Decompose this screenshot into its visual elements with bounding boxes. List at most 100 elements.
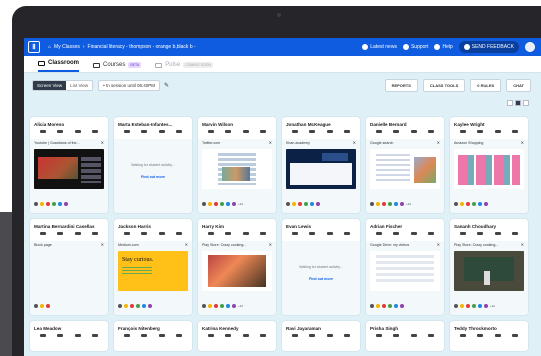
breadcrumb-my-classes[interactable]: My Classes [54, 44, 80, 50]
medium-grid-icon[interactable] [515, 100, 521, 106]
screen-thumbnail[interactable] [34, 149, 104, 189]
screen-thumbnail[interactable] [454, 251, 524, 291]
more-icon[interactable] [260, 130, 267, 133]
message-icon[interactable] [57, 334, 64, 337]
favicon-icon[interactable] [484, 202, 488, 206]
find-out-more-link[interactable]: Find out more [114, 175, 192, 179]
more-icon[interactable] [92, 334, 99, 337]
student-card[interactable]: Harry Kim Play Store: Crazy cooking... ✕ +1… [198, 219, 276, 315]
favicon-icon[interactable] [214, 202, 218, 206]
favicon-icon[interactable] [382, 304, 386, 308]
favicon-icon[interactable] [298, 202, 302, 206]
pencil-icon[interactable]: ✎ [164, 82, 169, 89]
send-feedback-button[interactable]: SEND FEEDBACK [458, 41, 519, 53]
message-icon[interactable] [393, 130, 400, 133]
screen-thumbnail[interactable] [202, 251, 272, 291]
open-tab-icon[interactable] [158, 232, 165, 235]
favicon-icon[interactable] [208, 304, 212, 308]
student-card[interactable]: Prisha Singh [366, 321, 444, 351]
favicon-icon[interactable] [454, 304, 458, 308]
more-icon[interactable] [344, 334, 351, 337]
student-card[interactable]: Kaylee Wright Amazon Shopping ✕ [450, 117, 528, 213]
more-icon[interactable] [512, 232, 519, 235]
lock-screen-icon[interactable] [123, 334, 130, 337]
favicon-icon[interactable] [400, 202, 404, 206]
close-tab-icon[interactable]: ✕ [101, 242, 104, 247]
favicon-icon[interactable] [220, 202, 224, 206]
screen-thumbnail[interactable] [202, 149, 272, 189]
favicon-icon[interactable] [316, 202, 320, 206]
screen-thumbnail[interactable] [454, 149, 524, 189]
message-icon[interactable] [225, 334, 232, 337]
more-icon[interactable] [176, 334, 183, 337]
more-icon[interactable] [176, 130, 183, 133]
app-logo[interactable]: Ⅱ [28, 41, 40, 53]
message-icon[interactable] [393, 232, 400, 235]
rules-button[interactable]: 0 RULES [470, 79, 502, 92]
favicon-icon[interactable] [40, 304, 44, 308]
favicon-icon[interactable] [64, 202, 68, 206]
open-tab-icon[interactable] [158, 334, 165, 337]
close-tab-icon[interactable]: ✕ [437, 242, 440, 247]
favicon-icon[interactable] [232, 304, 236, 308]
screen-thumbnail[interactable] [370, 149, 440, 189]
favicon-icon[interactable] [466, 304, 470, 308]
favicon-icon[interactable] [58, 202, 62, 206]
more-icon[interactable] [344, 130, 351, 133]
lock-screen-icon[interactable] [207, 130, 214, 133]
tab-classroom[interactable]: Classroom [38, 60, 80, 72]
session-status[interactable]: • In session until 05:40PM [98, 80, 160, 91]
favicon-icon[interactable] [34, 202, 38, 206]
more-icon[interactable] [92, 232, 99, 235]
open-tab-icon[interactable] [326, 334, 333, 337]
lock-screen-icon[interactable] [39, 334, 46, 337]
open-tab-icon[interactable] [410, 232, 417, 235]
tab-courses[interactable]: Courses BETA [93, 62, 142, 72]
student-card[interactable]: Jackson Harris Medium.com ✕ [114, 219, 192, 315]
message-icon[interactable] [141, 232, 148, 235]
favicon-icon[interactable] [460, 202, 464, 206]
student-card[interactable]: Teddy Throckmorto [450, 321, 528, 351]
lock-screen-icon[interactable] [207, 232, 214, 235]
open-tab-icon[interactable] [158, 130, 165, 133]
favicon-icon[interactable] [454, 202, 458, 206]
open-tab-icon[interactable] [326, 232, 333, 235]
screen-thumbnail[interactable] [286, 149, 356, 189]
close-tab-icon[interactable]: ✕ [521, 140, 524, 145]
student-card[interactable]: Ravi Jayaraman [282, 321, 360, 351]
lock-screen-icon[interactable] [375, 232, 382, 235]
message-icon[interactable] [477, 334, 484, 337]
student-card[interactable]: François Nitenberg [114, 321, 192, 351]
student-card[interactable]: Marvin Wilson Twitter.com ✕ +12 [198, 117, 276, 213]
student-card[interactable]: Jonathan McKeague Khan academy ✕ [282, 117, 360, 213]
lock-screen-icon[interactable] [291, 130, 298, 133]
favicon-icon[interactable] [226, 304, 230, 308]
close-tab-icon[interactable]: ✕ [353, 140, 356, 145]
favicon-icon[interactable] [394, 304, 398, 308]
favicon-icon[interactable] [310, 202, 314, 206]
favicon-icon[interactable] [232, 202, 236, 206]
favicon-icon[interactable] [478, 304, 482, 308]
open-tab-icon[interactable] [242, 334, 249, 337]
more-icon[interactable] [260, 334, 267, 337]
lock-screen-icon[interactable] [39, 232, 46, 235]
lock-screen-icon[interactable] [375, 334, 382, 337]
help-link[interactable]: Help [434, 44, 453, 50]
favicon-icon[interactable] [136, 304, 140, 308]
favicon-icon[interactable] [142, 304, 146, 308]
chat-button[interactable]: CHAT [506, 79, 531, 92]
favicon-icon[interactable] [382, 202, 386, 206]
favicon-icon[interactable] [400, 304, 404, 308]
lock-screen-icon[interactable] [207, 334, 214, 337]
student-card[interactable]: Alicia Moreno Youtube | Guardians of the.… [30, 117, 108, 213]
open-tab-icon[interactable] [494, 232, 501, 235]
message-icon[interactable] [225, 232, 232, 235]
lock-screen-icon[interactable] [459, 334, 466, 337]
support-link[interactable]: Support [402, 44, 428, 50]
more-icon[interactable] [428, 130, 435, 133]
lock-screen-icon[interactable] [123, 130, 130, 133]
class-tools-button[interactable]: CLASS TOOLS [422, 79, 466, 92]
favicon-icon[interactable] [214, 304, 218, 308]
open-tab-icon[interactable] [242, 130, 249, 133]
message-icon[interactable] [477, 130, 484, 133]
